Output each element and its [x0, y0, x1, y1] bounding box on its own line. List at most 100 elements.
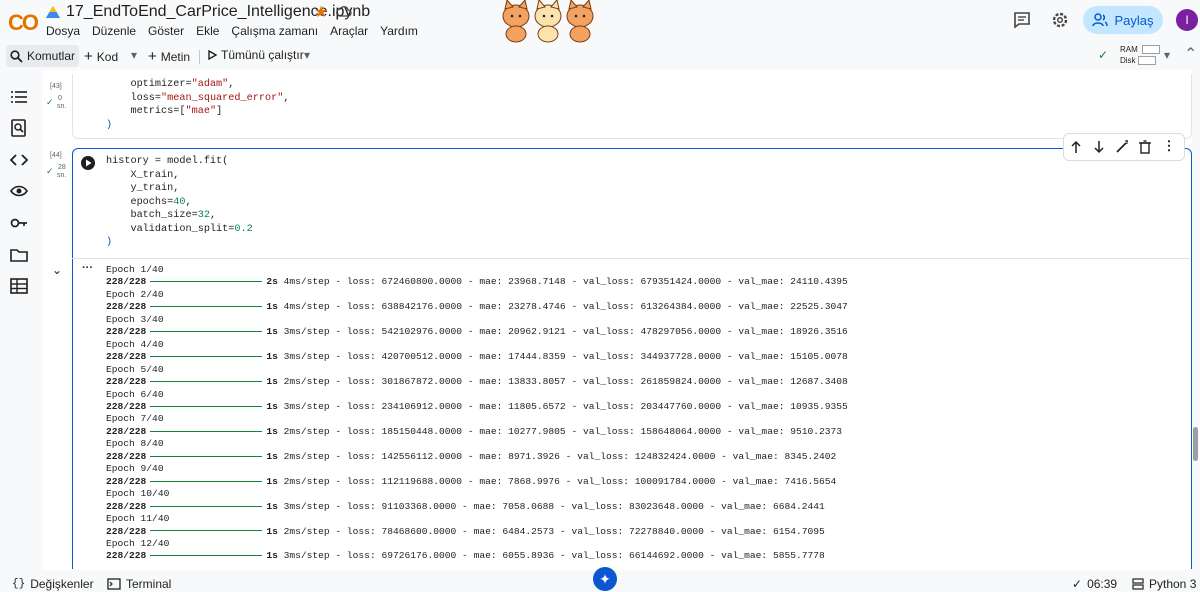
- code-cell-44-source[interactable]: history = model.fit( X_train, y_train, e…: [106, 155, 253, 250]
- disk-label: Disk: [1120, 56, 1136, 65]
- code-snippets-icon[interactable]: [10, 151, 28, 169]
- epoch-header: Epoch 2/40: [106, 288, 164, 300]
- epoch-header: Epoch 3/40: [106, 313, 164, 325]
- menu-view[interactable]: Göster: [148, 24, 184, 38]
- code-line: epochs=40,: [106, 196, 192, 208]
- check-icon: ✓: [46, 97, 54, 107]
- progress-bar: [150, 281, 263, 283]
- epoch-time: 1s: [266, 376, 278, 388]
- table-of-contents-icon[interactable]: [10, 88, 28, 106]
- toolbar-divider: [199, 50, 200, 64]
- progress-bar: [150, 530, 263, 532]
- edit-pen-icon[interactable]: [1115, 140, 1129, 154]
- terminal-button[interactable]: Terminal: [107, 577, 171, 591]
- progress-bar: [150, 430, 263, 432]
- epoch-metrics: 2ms/step - loss: 112119688.0000 - mae: 7…: [277, 475, 837, 487]
- page-scrollbar[interactable]: [1193, 427, 1198, 461]
- comments-icon[interactable]: [1012, 10, 1032, 30]
- output-actions-icon[interactable]: ···: [82, 262, 93, 274]
- progress-bar: [150, 505, 263, 507]
- menu-tools[interactable]: Araçlar: [330, 24, 368, 38]
- epoch-progress-line: 228/228 1s 2ms/step - loss: 185150448.000…: [106, 426, 848, 438]
- secrets-key-icon[interactable]: [10, 214, 28, 232]
- share-label: Paylaş: [1114, 12, 1154, 28]
- drive-icon[interactable]: [46, 6, 60, 18]
- epoch-steps: 228/228: [106, 301, 147, 313]
- epoch-steps: 228/228: [106, 376, 147, 388]
- code-line: X_train,: [106, 169, 180, 181]
- progress-bar: [150, 555, 263, 557]
- run-cell-button[interactable]: [81, 156, 95, 170]
- toolbar-collapse-icon[interactable]: ⌃: [1184, 44, 1197, 64]
- commands-button[interactable]: Komutlar: [6, 45, 80, 67]
- data-table-icon[interactable]: [10, 277, 28, 295]
- add-text-button[interactable]: + Metin: [148, 48, 190, 65]
- share-button[interactable]: Paylaş: [1083, 6, 1163, 34]
- progress-bar: [150, 331, 263, 333]
- menu-file[interactable]: Dosya: [46, 24, 80, 38]
- epoch-time: 1s: [266, 475, 278, 487]
- braces-icon: {}: [12, 578, 26, 590]
- execution-status[interactable]: ✓ 06:39: [1072, 577, 1117, 591]
- epoch-header: Epoch 10/40: [106, 488, 170, 500]
- add-code-dropdown[interactable]: ▾: [131, 48, 137, 62]
- output-divider: [72, 258, 1190, 259]
- code-line: metrics=["mae"]: [106, 106, 223, 117]
- top-bar: CO 17_EndToEnd_CarPrice_Intelligence.ipy…: [0, 0, 1200, 44]
- move-up-icon[interactable]: [1069, 140, 1083, 154]
- epoch-metrics: 3ms/step - loss: 91103368.0000 - mae: 70…: [277, 500, 825, 512]
- plus-icon: +: [84, 48, 93, 65]
- files-folder-icon[interactable]: [10, 246, 28, 264]
- collapse-output-chevron-icon[interactable]: ⌄: [52, 263, 62, 277]
- epoch-progress-line: 228/228 1s 2ms/step - loss: 142556112.000…: [106, 451, 848, 463]
- run-all-button[interactable]: Tümünü çalıştır: [208, 48, 304, 62]
- exec-count-43: [43]: [50, 83, 62, 90]
- variables-inspector-icon[interactable]: [10, 182, 28, 200]
- menu-edit[interactable]: Düzenle: [92, 24, 136, 38]
- exec-unit-43: sn.: [57, 103, 67, 110]
- epoch-time: 1s: [266, 550, 278, 562]
- code-line: history = model.fit(: [106, 156, 229, 167]
- menu-insert[interactable]: Ekle: [196, 24, 219, 38]
- epoch-header: Epoch 11/40: [106, 513, 170, 525]
- menu-bar: Dosya Düzenle Göster Ekle Çalışma zamanı…: [46, 24, 430, 38]
- play-icon: [208, 50, 217, 60]
- add-code-label: Kod: [96, 49, 119, 64]
- epoch-time: 1s: [266, 425, 278, 437]
- code-line: optimizer="adam",: [106, 79, 235, 90]
- epoch-time: 1s: [266, 525, 278, 537]
- runtime-type[interactable]: Python 3: [1132, 577, 1196, 591]
- run-all-dropdown[interactable]: ▾: [304, 48, 310, 62]
- epoch-metrics: 4ms/step - loss: 672460800.0000 - mae: 2…: [277, 276, 848, 288]
- gemini-sparkle-button[interactable]: ✦: [593, 567, 617, 591]
- cloud-saved-icon[interactable]: [336, 4, 352, 18]
- epoch-progress-line: 228/228 1s 3ms/step - loss: 542102976.000…: [106, 326, 848, 338]
- menu-help[interactable]: Yardım: [380, 24, 418, 38]
- epoch-progress-line: 228/228 1s 3ms/step - loss: 234106912.000…: [106, 401, 848, 413]
- terminal-label: Terminal: [126, 577, 172, 591]
- variables-button[interactable]: {} Değişkenler: [12, 577, 94, 591]
- epoch-header: Epoch 8/40: [106, 438, 164, 450]
- exec-time-44: 28: [58, 164, 66, 171]
- epoch-header: Epoch 5/40: [106, 363, 164, 375]
- add-code-button[interactable]: + Kod: [84, 48, 118, 65]
- avatar[interactable]: I: [1176, 9, 1198, 31]
- code-cell-43-source[interactable]: optimizer="adam", loss="mean_squared_err…: [106, 78, 289, 132]
- search-icon: [10, 49, 23, 63]
- settings-gear-icon[interactable]: [1050, 10, 1070, 30]
- colab-logo[interactable]: CO: [8, 10, 39, 36]
- delete-icon[interactable]: [1138, 140, 1152, 154]
- progress-bar: [150, 381, 263, 383]
- resources-indicator[interactable]: RAM Disk: [1120, 44, 1160, 66]
- menu-runtime[interactable]: Çalışma zamanı: [231, 24, 318, 38]
- code-line: ): [106, 119, 113, 131]
- runtime-dropdown[interactable]: ▾: [1164, 48, 1170, 62]
- star-icon[interactable]: ★: [314, 2, 328, 22]
- epoch-header: Epoch 7/40: [106, 413, 164, 425]
- epoch-metrics: 3ms/step - loss: 69726176.0000 - mae: 60…: [277, 550, 825, 562]
- move-down-icon[interactable]: [1092, 140, 1106, 154]
- left-sidebar: [0, 74, 38, 574]
- status-time: 06:39: [1087, 577, 1118, 591]
- find-replace-icon[interactable]: [10, 119, 28, 137]
- more-options-icon[interactable]: ⋮: [1162, 138, 1176, 153]
